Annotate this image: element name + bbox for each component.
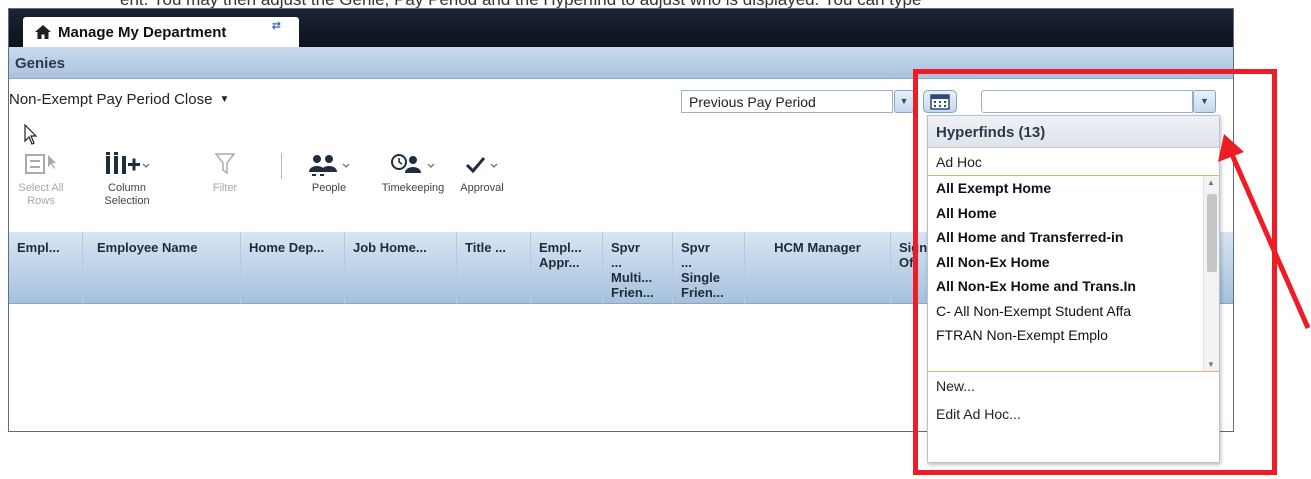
genies-bar: Genies — [9, 47, 1233, 79]
timekeeping-button[interactable]: Timekeeping — [375, 149, 451, 195]
column-selection-button[interactable]: Column Selection — [91, 149, 163, 208]
scroll-down-icon[interactable]: ▼ — [1207, 360, 1215, 369]
column-header-employee-approval[interactable]: Empl... Appr... — [531, 232, 603, 304]
hyperfinds-header: Hyperfinds (13) — [928, 116, 1219, 148]
hyperfind-edit-ad-hoc-button[interactable]: Edit Ad Hoc... — [928, 400, 1219, 428]
hyperfind-option[interactable]: All Home and Transferred-in — [928, 225, 1219, 250]
column-header-job-home[interactable]: Job Home... — [345, 232, 457, 304]
column-header-spvr-single-friendly[interactable]: Spvr ... Single Frien... — [673, 232, 745, 304]
column-header-spvr-multi-friendly[interactable]: Spvr ... Multi... Frien... — [603, 232, 673, 304]
timekeeping-label: Timekeeping — [381, 182, 445, 194]
column-header-employee-name[interactable]: Employee Name — [83, 232, 241, 304]
checkmark-icon — [465, 157, 498, 174]
tab-bar: Manage My Department ⇄ — [9, 9, 1233, 47]
hyperfind-input[interactable] — [981, 90, 1193, 113]
people-icon — [309, 155, 350, 176]
hyperfinds-scrollbar[interactable]: ▲ ▼ — [1203, 176, 1219, 371]
hyperfind-option[interactable]: All Home — [928, 201, 1219, 226]
scroll-up-icon[interactable]: ▲ — [1207, 178, 1215, 187]
hyperfinds-dropdown: Hyperfinds (13) Ad Hoc All Exempt Home A… — [927, 115, 1220, 463]
filter-label: Filter — [212, 182, 238, 194]
hyperfind-option[interactable]: All Non-Ex Home — [928, 250, 1219, 275]
hyperfinds-footer: New... Edit Ad Hoc... — [928, 371, 1219, 428]
calendar-icon — [930, 93, 950, 110]
hyperfind-option-ad-hoc[interactable]: Ad Hoc — [928, 148, 1219, 176]
hyperfind-dropdown-button[interactable]: ▼ — [1193, 90, 1216, 113]
column-selection-label: Column Selection — [104, 182, 150, 207]
approval-label: Approval — [460, 182, 504, 194]
hyperfind-option[interactable]: FTRAN Non-Exempt Emplo — [928, 323, 1219, 348]
timekeeping-icon — [391, 154, 435, 173]
toolbar-divider — [281, 153, 282, 179]
column-header-hcm-manager[interactable]: HCM Manager — [745, 232, 891, 304]
select-all-rows-label: Select All Rows — [18, 182, 64, 207]
pay-period-value: Previous Pay Period — [689, 94, 816, 110]
approval-button[interactable]: Approval — [455, 149, 509, 195]
column-header-title[interactable]: Title ... — [457, 232, 531, 304]
tab-title: Manage My Department — [58, 23, 227, 41]
refresh-icon[interactable]: ⇄ — [272, 19, 281, 32]
filter-button[interactable]: Filter — [205, 149, 245, 195]
calendar-button[interactable] — [923, 90, 957, 113]
select-all-rows-button[interactable]: Select All Rows — [9, 149, 73, 208]
people-label: People — [311, 182, 347, 194]
genie-selector-label: Non-Exempt Pay Period Close — [9, 91, 213, 108]
column-header-home-department[interactable]: Home Dep... — [241, 232, 345, 304]
tab-manage-my-department[interactable]: Manage My Department ⇄ — [23, 17, 299, 47]
hyperfind-new-button[interactable]: New... — [928, 372, 1219, 400]
caret-down-icon: ▼ — [219, 94, 230, 105]
pay-period-dropdown-button[interactable]: ▼ — [894, 90, 914, 113]
hyperfind-option[interactable]: All Exempt Home — [928, 176, 1219, 201]
genie-selector[interactable]: Non-Exempt Pay Period Close ▼ — [9, 91, 229, 108]
hyperfinds-list: All Exempt Home All Home All Home and Tr… — [928, 176, 1219, 371]
home-icon — [35, 25, 51, 39]
column-selection-icon — [106, 152, 150, 174]
genies-title: Genies — [15, 55, 66, 72]
hyperfind-option[interactable]: All Non-Ex Home and Trans.In — [928, 274, 1219, 299]
column-header-employee-id[interactable]: Empl... — [9, 232, 83, 304]
scrollbar-thumb[interactable] — [1207, 194, 1217, 272]
pay-period-select[interactable]: Previous Pay Period — [681, 90, 893, 113]
select-rows-icon — [25, 154, 56, 174]
mouse-cursor-icon — [24, 124, 38, 145]
people-button[interactable]: People — [301, 149, 357, 195]
hyperfind-option[interactable]: C- All Non-Exempt Student Affa — [928, 299, 1219, 324]
filter-icon — [215, 153, 235, 175]
